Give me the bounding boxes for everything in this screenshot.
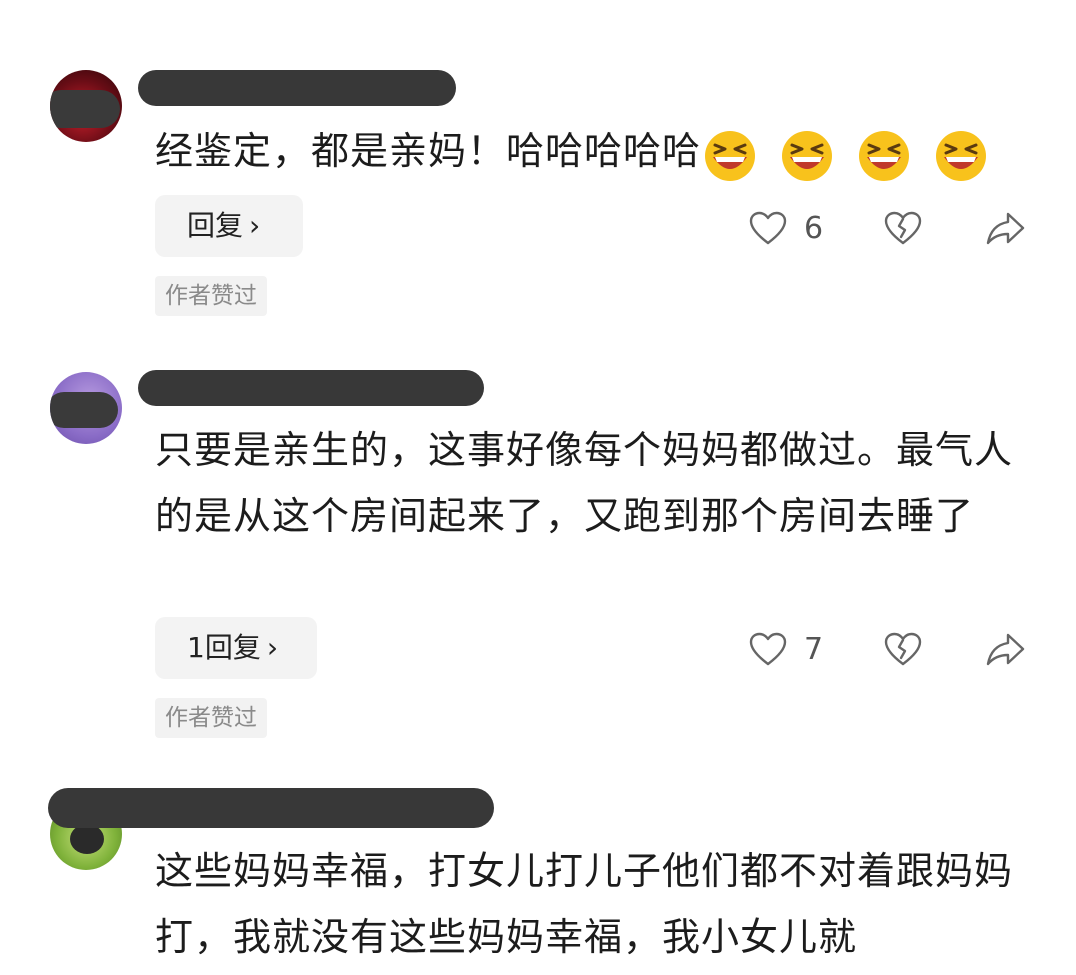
comment-body: 经鉴定，都是亲妈！哈哈哈哈哈	[155, 129, 702, 173]
comment-text: 这些妈妈幸福，打女儿打儿子他们都不对着跟妈妈打，我就没有这些妈妈幸福，我小女儿就	[155, 849, 1014, 959]
reply-label: 回复	[187, 209, 244, 242]
reply-button[interactable]: 回复 ›	[155, 195, 303, 257]
avatar[interactable]	[50, 70, 122, 142]
comment-actions: 7	[748, 626, 1038, 674]
chevron-right-icon: ›	[266, 631, 279, 664]
author-liked-badge: 作者赞过	[155, 276, 267, 316]
heart-outline-icon[interactable]	[748, 630, 788, 670]
avatar[interactable]	[50, 372, 122, 444]
reply-label: 1回复	[187, 631, 261, 664]
username-redacted[interactable]	[138, 70, 456, 106]
share-arrow-icon[interactable]	[985, 209, 1027, 249]
avatar-redaction	[50, 392, 118, 428]
share-arrow-icon[interactable]	[985, 630, 1027, 670]
author-liked-badge: 作者赞过	[155, 698, 267, 738]
like-count: 6	[804, 211, 824, 246]
username-redacted[interactable]	[138, 370, 484, 406]
broken-heart-icon[interactable]	[883, 209, 923, 249]
like-count: 7	[804, 632, 824, 667]
avatar-redaction	[50, 90, 120, 128]
comment-text: 只要是亲生的，这事好像每个妈妈都做过。最气人的是从这个房间起来了，又跑到那个房间…	[155, 428, 1014, 538]
broken-heart-icon[interactable]	[883, 630, 923, 670]
laughing-face-emoji-icon	[936, 131, 987, 181]
reply-button[interactable]: 1回复 ›	[155, 617, 317, 679]
chevron-right-icon: ›	[249, 209, 261, 242]
laughing-face-emoji-icon	[782, 131, 833, 181]
emoji-group	[703, 121, 998, 187]
avatar-center	[70, 824, 104, 854]
heart-outline-icon[interactable]	[748, 209, 788, 249]
username-redacted[interactable]	[48, 788, 494, 828]
laughing-face-emoji-icon	[705, 131, 756, 181]
laughing-face-emoji-icon	[859, 131, 910, 181]
comment-actions: 6	[748, 205, 1038, 253]
comment-list: 经鉴定，都是亲妈！哈哈哈哈哈 回复 › 6 作者赞过 只要是亲生的，这事好像每个妈…	[0, 0, 1076, 975]
comment-text: 经鉴定，都是亲妈！哈哈哈哈哈	[155, 118, 1025, 187]
